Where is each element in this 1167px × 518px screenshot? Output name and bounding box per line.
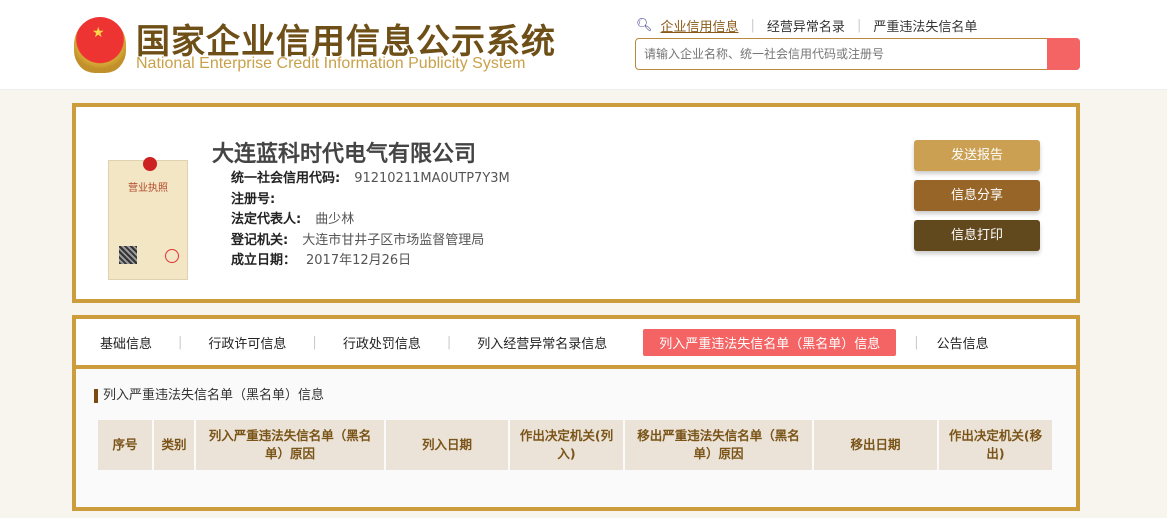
blacklist-table: 序号 类别 列入严重违法失信名单（黑名单）原因 列入日期 作出决定机关(列入) … [96, 418, 1054, 472]
site-subtitle: National Enterprise Credit Information P… [136, 55, 526, 72]
field-value: 大连市甘井子区市场监督管理局 [302, 232, 485, 248]
national-emblem-logo: ★ [74, 17, 126, 73]
section-title: 列入严重违法失信名单（黑名单）信息 [94, 389, 324, 403]
print-info-button[interactable]: 信息打印 [914, 220, 1040, 251]
nav-enterprise-credit[interactable]: 企业信用信息 [661, 16, 739, 35]
divider: | [856, 18, 862, 33]
field-label: 登记机关: [231, 232, 289, 248]
company-info: 统一社会信用代码: 91210211MA0UTP7Y3M 注册号: 法定代表人: 曲… [231, 169, 510, 272]
search-input[interactable] [636, 39, 1036, 69]
divider: | [750, 18, 755, 33]
share-info-button[interactable]: 信息分享 [914, 180, 1040, 211]
tab-bar: 基础信息 | 行政许可信息 | 行政处罚信息 | 列入经营异常名录信息 列入严重违法失… [76, 319, 1076, 369]
info-row: 法定代表人: 曲少林 [231, 210, 510, 231]
send-report-button[interactable]: 发送报告 [914, 140, 1040, 171]
field-value: 2017年12月26日 [306, 253, 412, 268]
top-nav: 🔍︎ 企业信用信息 | 经营异常名录 | 严重违法失信名单 [636, 16, 977, 35]
info-row: 登记机关: 大连市甘井子区市场监督管理局 [231, 231, 510, 252]
info-row: 成立日期： 2017年12月26日 [231, 251, 510, 272]
field-label: 注册号: [231, 191, 276, 207]
column-header: 序号 [98, 420, 152, 470]
column-header: 类别 [154, 420, 194, 470]
emblem-icon [143, 157, 157, 171]
field-label: 法定代表人: [231, 212, 302, 227]
search-icon: 🔍︎ [636, 18, 653, 33]
license-title: 营业执照 [128, 183, 168, 194]
column-header: 作出决定机关(列入) [510, 420, 623, 470]
search-box [635, 38, 1080, 70]
nav-blacklist[interactable]: 严重违法失信名单 [873, 16, 977, 35]
header: ★ 国家企业信用信息公示系统 National Enterprise Credi… [0, 0, 1167, 90]
tab-announcements[interactable]: 公告信息 [937, 333, 989, 352]
company-card: 营业执照 大连蓝科时代电气有限公司 统一社会信用代码: 91210211MA0UT… [72, 103, 1080, 303]
column-header: 移出日期 [814, 420, 937, 470]
column-header: 列入严重违法失信名单（黑名单）原因 [196, 420, 384, 470]
business-license-image: 营业执照 [108, 157, 188, 280]
info-row: 统一社会信用代码: 91210211MA0UTP7Y3M [231, 169, 510, 190]
field-value: 91210211MA0UTP7Y3M [354, 171, 510, 186]
company-name: 大连蓝科时代电气有限公司 [212, 142, 477, 167]
tab-blacklist[interactable]: 列入严重违法失信名单（黑名单）信息 [643, 328, 897, 356]
tab-admin-license[interactable]: 行政许可信息 [208, 333, 286, 352]
field-label: 统一社会信用代码: [231, 171, 341, 186]
column-header: 作出决定机关(移出) [939, 420, 1052, 470]
detail-card: 基础信息 | 行政许可信息 | 行政处罚信息 | 列入经营异常名录信息 列入严重违法失… [72, 315, 1080, 511]
column-header: 移出严重违法失信名单（黑名单）原因 [625, 420, 812, 470]
tab-abnormal-list[interactable]: 列入经营异常名录信息 [477, 333, 607, 352]
field-label: 成立日期： [231, 253, 297, 268]
qr-code-icon [119, 246, 137, 264]
field-value: 曲少林 [315, 212, 355, 227]
search-button[interactable] [1047, 38, 1080, 70]
stamp-icon [165, 249, 179, 263]
tab-admin-penalty[interactable]: 行政处罚信息 [343, 333, 421, 352]
info-row: 注册号: [231, 190, 510, 211]
tab-basic-info[interactable]: 基础信息 [100, 333, 152, 352]
nav-abnormal-list[interactable]: 经营异常名录 [767, 16, 845, 35]
column-header: 列入日期 [386, 420, 508, 470]
